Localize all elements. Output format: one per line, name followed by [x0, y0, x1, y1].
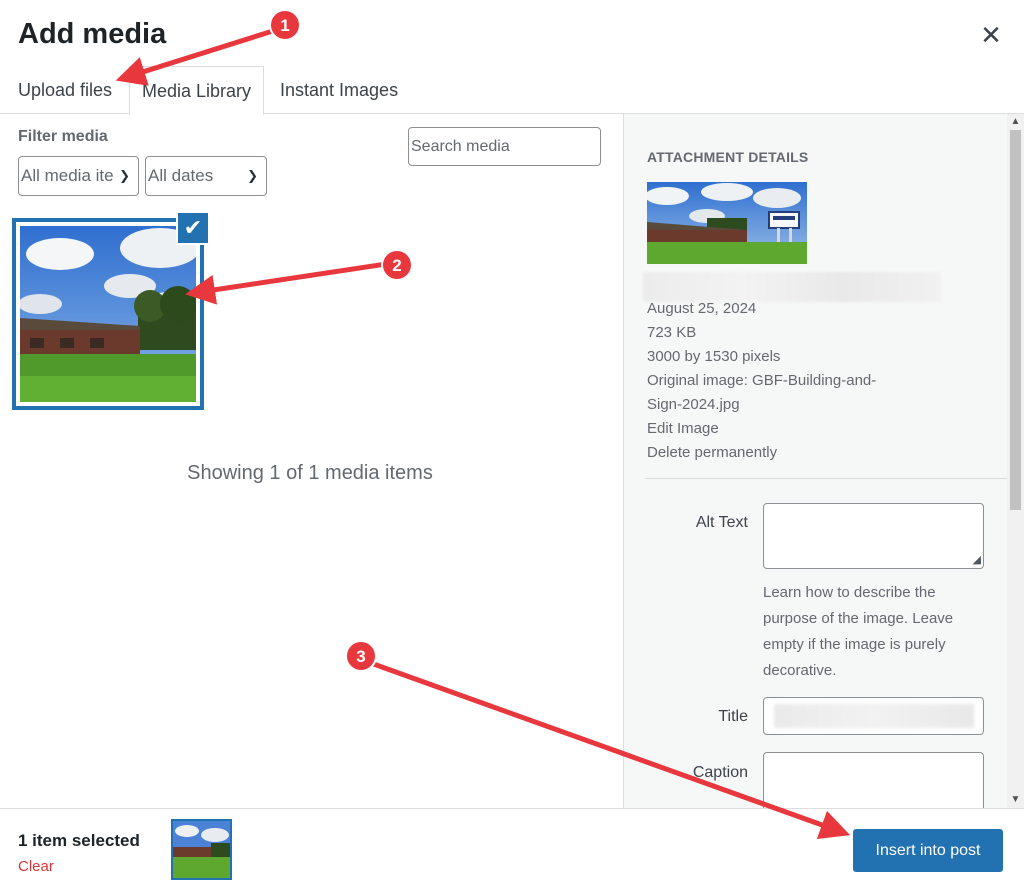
media-date-value: All dates — [148, 166, 214, 185]
scroll-down-icon[interactable]: ▼ — [1007, 792, 1024, 808]
media-browser: Filter media All media ite ❯ All dates ❯ — [0, 114, 623, 808]
selected-item-thumbnail[interactable] — [171, 819, 232, 880]
media-tabs: Upload files Media Library Instant Image… — [0, 66, 1024, 115]
edit-image-link[interactable]: Edit Image — [647, 420, 719, 437]
selected-checkmark-icon[interactable]: ✔ — [176, 211, 210, 245]
title-redacted — [774, 704, 974, 728]
caption-field[interactable] — [763, 752, 984, 812]
showing-count: Showing 1 of 1 media items — [187, 462, 433, 484]
media-type-select[interactable]: All media ite ❯ — [18, 156, 139, 196]
upload-date: August 25, 2024 — [647, 300, 757, 317]
file-size: 723 KB — [647, 324, 697, 341]
tab-upload-files[interactable]: Upload files — [6, 66, 124, 114]
original-image-line1: Original image: GBF-Building-and- — [647, 372, 877, 389]
scrollbar-thumb[interactable] — [1010, 130, 1021, 510]
delete-permanently-link[interactable]: Delete permanently — [647, 444, 777, 461]
media-toolbar: 1 item selected Clear Insert into post — [0, 808, 1024, 890]
title-field[interactable] — [763, 697, 984, 735]
title-label: Title — [718, 708, 748, 725]
chevron-down-icon: ❯ — [247, 168, 258, 183]
chevron-down-icon: ❯ — [119, 168, 130, 183]
search-media-input[interactable] — [408, 127, 601, 166]
alt-text-field[interactable]: ◢ — [763, 503, 984, 569]
details-scrollbar[interactable]: ▲ ▼ — [1007, 114, 1024, 808]
media-item-thumbnail[interactable] — [12, 218, 204, 410]
tab-instant-images[interactable]: Instant Images — [268, 66, 410, 114]
file-name-redacted — [643, 272, 941, 302]
alt-text-label: Alt Text — [695, 514, 748, 531]
alt-text-help: Learn how to describe the purpose of the… — [763, 584, 954, 679]
modal-title: Add media — [18, 18, 167, 50]
media-date-select[interactable]: All dates ❯ — [145, 156, 267, 196]
attachment-details-panel: ATTACHMENT DETAILS August 25, 2024 723 K… — [623, 114, 1024, 812]
clear-selection-link[interactable]: Clear — [18, 858, 54, 875]
caption-label: Caption — [692, 764, 748, 781]
image-dimensions: 3000 by 1530 pixels — [647, 348, 781, 365]
media-item-image — [20, 226, 196, 402]
filter-media-label: Filter media — [18, 128, 108, 145]
annotation-badge-1: 1 — [269, 9, 301, 41]
add-media-modal: Add media ✕ Upload files Media Library I… — [0, 0, 1024, 890]
tab-media-library[interactable]: Media Library — [129, 66, 265, 115]
attachment-thumbnail — [647, 182, 807, 264]
scroll-up-icon[interactable]: ▲ — [1007, 114, 1024, 130]
details-divider — [645, 478, 1008, 479]
svg-text:1: 1 — [280, 16, 289, 35]
selection-count: 1 item selected — [18, 831, 140, 850]
close-icon[interactable]: ✕ — [976, 20, 1006, 50]
attachment-details-heading: ATTACHMENT DETAILS — [647, 149, 809, 165]
insert-into-post-button[interactable]: Insert into post — [853, 829, 1003, 872]
media-type-value: All media ite — [21, 166, 114, 185]
resize-handle-icon[interactable]: ◢ — [973, 553, 981, 566]
original-image-line2: Sign-2024.jpg — [647, 396, 740, 413]
